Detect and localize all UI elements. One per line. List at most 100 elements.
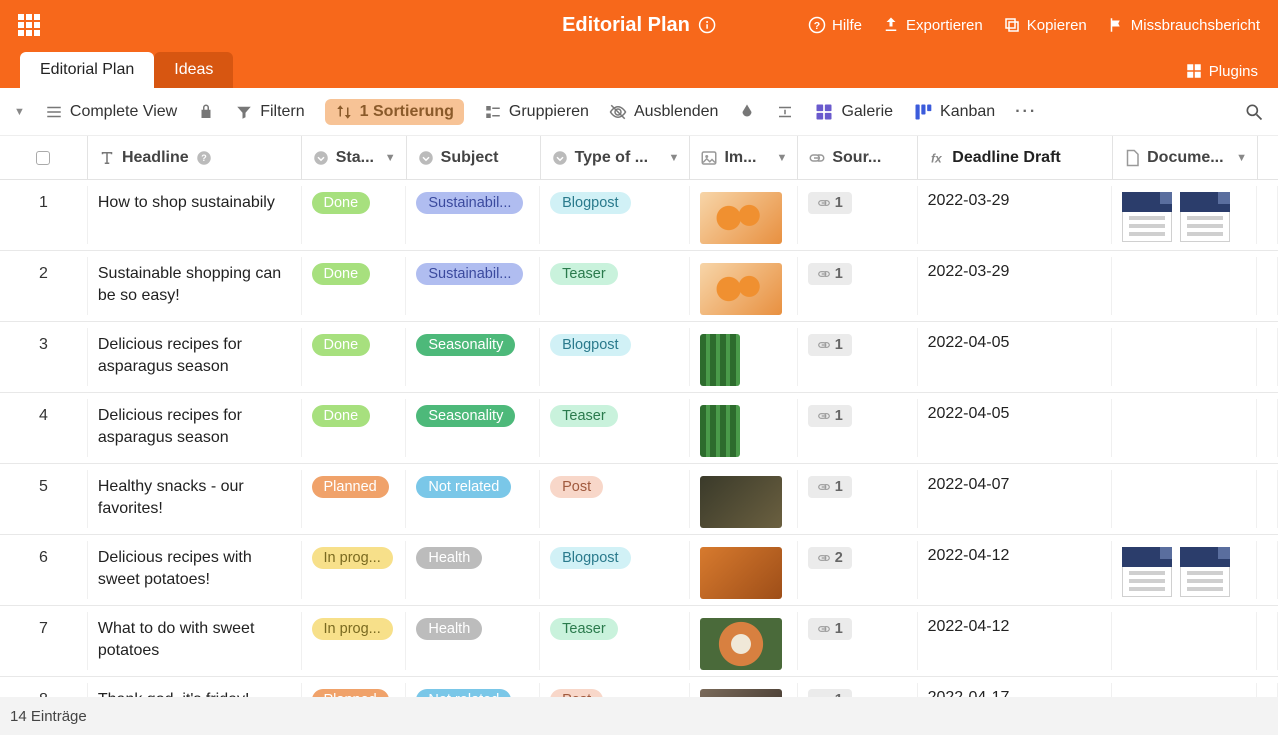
lock-icon[interactable]	[197, 103, 215, 121]
cell-type[interactable]: Blogpost	[540, 541, 690, 599]
table-row[interactable]: 3Delicious recipes for asparagus seasonD…	[0, 322, 1278, 393]
table-row[interactable]: 4Delicious recipes for asparagus seasonD…	[0, 393, 1278, 464]
cell-status[interactable]: Done	[302, 328, 407, 386]
plugins-button[interactable]: Plugins	[1185, 62, 1258, 88]
image-thumb[interactable]	[700, 334, 740, 386]
row-height-icon[interactable]	[776, 103, 794, 121]
cell-documents[interactable]	[1112, 612, 1257, 670]
cell-documents[interactable]	[1112, 683, 1257, 697]
cell-type[interactable]: Blogpost	[540, 328, 690, 386]
cell-image[interactable]	[690, 328, 798, 386]
cell-headline[interactable]: What to do with sweet potatoes	[88, 612, 302, 670]
cell-sources[interactable]: 1	[798, 612, 918, 670]
group-button[interactable]: Gruppieren	[484, 103, 589, 121]
cell-subject[interactable]: Health	[406, 612, 540, 670]
cell-status[interactable]: Planned	[302, 470, 407, 528]
cell-subject[interactable]: Sustainabil...	[406, 186, 540, 244]
cell-type[interactable]: Teaser	[540, 612, 690, 670]
table-row[interactable]: 5Healthy snacks - our favorites!PlannedN…	[0, 464, 1278, 535]
cell-sources[interactable]: 1	[798, 328, 918, 386]
tab-ideas[interactable]: Ideas	[154, 52, 233, 88]
cell-headline[interactable]: Sustainable shopping can be so easy!	[88, 257, 302, 315]
cell-deadline[interactable]: 2022-04-12	[918, 541, 1113, 599]
cell-type[interactable]: Teaser	[540, 257, 690, 315]
cell-image[interactable]	[690, 683, 798, 697]
cell-subject[interactable]: Not related	[406, 470, 540, 528]
cell-documents[interactable]	[1112, 541, 1257, 599]
header-select-all[interactable]	[0, 136, 88, 179]
cell-image[interactable]	[690, 186, 798, 244]
cell-deadline[interactable]: 2022-04-17	[918, 683, 1113, 697]
cell-deadline[interactable]: 2022-04-05	[918, 328, 1113, 386]
cell-sources[interactable]: 1	[798, 683, 918, 697]
image-thumb[interactable]	[700, 263, 782, 315]
cell-status[interactable]: In prog...	[302, 541, 407, 599]
cell-image[interactable]	[690, 399, 798, 457]
cell-type[interactable]: Teaser	[540, 399, 690, 457]
cell-type[interactable]: Post	[540, 683, 690, 697]
cell-image[interactable]	[690, 541, 798, 599]
cell-image[interactable]	[690, 470, 798, 528]
cell-image[interactable]	[690, 257, 798, 315]
table-row[interactable]: 1 How to shop sustainabilyDoneSustainabil…	[0, 180, 1278, 251]
cell-status[interactable]: Done	[302, 399, 407, 457]
more-icon[interactable]: ···	[1015, 103, 1037, 121]
cell-documents[interactable]	[1112, 470, 1257, 528]
header-subject[interactable]: Subject	[407, 136, 541, 179]
cell-type[interactable]: Post	[540, 470, 690, 528]
document-thumb[interactable]	[1122, 547, 1172, 597]
header-deadline[interactable]: fx Deadline Draft	[918, 136, 1113, 179]
tab-editorial-plan[interactable]: Editorial Plan	[20, 52, 154, 88]
cell-subject[interactable]: Seasonality	[406, 328, 540, 386]
image-thumb[interactable]	[700, 476, 782, 528]
cell-sources[interactable]: 1	[798, 186, 918, 244]
gallery-view-button[interactable]: Galerie	[814, 102, 893, 122]
image-thumb[interactable]	[700, 689, 782, 697]
cell-sources[interactable]: 1	[798, 257, 918, 315]
image-thumb[interactable]	[700, 405, 740, 457]
cell-headline[interactable]: How to shop sustainabily	[88, 186, 302, 244]
header-sources[interactable]: Sour...	[798, 136, 918, 179]
search-icon[interactable]	[1244, 102, 1264, 122]
cell-status[interactable]: In prog...	[302, 612, 407, 670]
image-thumb[interactable]	[700, 618, 782, 670]
cell-status[interactable]: Planned	[302, 683, 407, 697]
header-image[interactable]: Im...▼	[690, 136, 798, 179]
cell-deadline[interactable]: 2022-04-05	[918, 399, 1113, 457]
header-documents[interactable]: Docume...▼	[1113, 136, 1258, 179]
hide-button[interactable]: Ausblenden	[609, 103, 719, 121]
cell-deadline[interactable]: 2022-03-29	[918, 257, 1113, 315]
info-icon[interactable]	[698, 16, 716, 34]
document-thumb[interactable]	[1122, 192, 1172, 242]
cell-sources[interactable]: 1	[798, 399, 918, 457]
document-thumb[interactable]	[1180, 547, 1230, 597]
export-link[interactable]: Exportieren	[882, 16, 983, 34]
cell-headline[interactable]: Delicious recipes for asparagus season	[88, 328, 302, 386]
cell-deadline[interactable]: 2022-03-29	[918, 186, 1113, 244]
header-headline[interactable]: Headline ?	[88, 136, 302, 179]
header-status[interactable]: Sta...▼	[302, 136, 407, 179]
cell-sources[interactable]: 2	[798, 541, 918, 599]
cell-subject[interactable]: Not related	[406, 683, 540, 697]
cell-documents[interactable]	[1112, 328, 1257, 386]
cell-status[interactable]: Done	[302, 186, 407, 244]
cell-image[interactable]	[690, 612, 798, 670]
help-link[interactable]: ?Hilfe	[808, 16, 862, 34]
view-picker[interactable]: Complete View	[45, 103, 177, 121]
copy-link[interactable]: Kopieren	[1003, 16, 1087, 34]
cell-headline[interactable]: Thank god, it's friday!	[88, 683, 302, 697]
cell-type[interactable]: Blogpost	[540, 186, 690, 244]
header-type[interactable]: Type of ...▼	[541, 136, 691, 179]
cell-headline[interactable]: Delicious recipes for asparagus season	[88, 399, 302, 457]
cell-subject[interactable]: Health	[406, 541, 540, 599]
collapse-icon[interactable]: ▼	[14, 106, 25, 118]
image-thumb[interactable]	[700, 547, 782, 599]
table-row[interactable]: 2Sustainable shopping can be so easy!Don…	[0, 251, 1278, 322]
cell-headline[interactable]: Delicious recipes with sweet potatoes!	[88, 541, 302, 599]
filter-button[interactable]: Filtern	[235, 103, 304, 121]
kanban-view-button[interactable]: Kanban	[913, 102, 995, 122]
document-thumb[interactable]	[1180, 192, 1230, 242]
cell-sources[interactable]: 1	[798, 470, 918, 528]
table-row[interactable]: 7What to do with sweet potatoesIn prog..…	[0, 606, 1278, 677]
apps-menu-icon[interactable]	[18, 14, 40, 36]
